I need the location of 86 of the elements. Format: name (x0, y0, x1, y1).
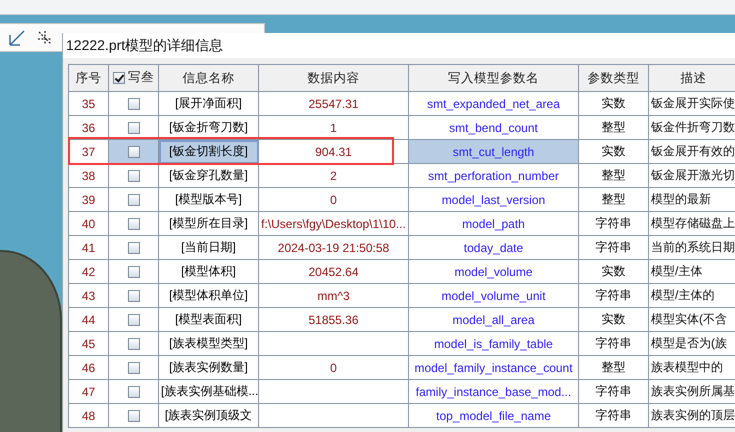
column-header: 写入模型参数名 (448, 70, 539, 84)
row-checkbox[interactable] (128, 122, 140, 134)
data-value-cell: 51855.36 (258, 308, 408, 332)
row-checkbox[interactable] (128, 410, 140, 422)
info-name-cell: [族表实例数量] (158, 356, 258, 380)
data-value-cell: f:\Users\fgy\Desktop\1\10... (258, 212, 408, 236)
row-number-cell: 42 (68, 260, 108, 284)
param-type-cell: 实数 (578, 140, 648, 164)
param-type-cell: 整型 (578, 116, 648, 140)
param-name-cell: smt_perforation_number (408, 164, 578, 188)
row-checkbox[interactable] (128, 98, 140, 110)
row-number-cell: 48 (68, 404, 108, 428)
data-value-cell: 20452.64 (258, 260, 408, 284)
row-checkbox[interactable] (128, 386, 140, 398)
select-all-checkbox[interactable] (113, 72, 125, 84)
data-value-cell: 2024-03-19 21:50:58 (258, 236, 408, 260)
info-name-cell: [当前日期] (158, 236, 258, 260)
row-checkbox[interactable] (128, 218, 140, 230)
data-value-cell: 1 (258, 116, 408, 140)
param-type-cell: 整型 (578, 188, 648, 212)
row-number-cell: 47 (68, 380, 108, 404)
param-name-cell: model_family_instance_count (408, 356, 578, 380)
param-type-cell: 字符串 (578, 404, 648, 428)
row-checkbox[interactable] (128, 170, 140, 182)
info-name-cell: [模型体积] (158, 260, 258, 284)
info-name-cell: [族表实例基础模... (158, 380, 258, 404)
param-type-cell: 字符串 (578, 284, 648, 308)
info-name-cell: [展开净面积] (158, 92, 258, 116)
column-header: 数据内容 (308, 70, 360, 84)
info-name-cell: [钣金切割长度] (158, 140, 258, 164)
info-name-cell: [模型所在目录] (158, 212, 258, 236)
data-value-cell: mm^3 (258, 284, 408, 308)
param-name-cell: model_last_version (408, 188, 578, 212)
param-type-cell: 字符串 (578, 380, 648, 404)
param-type-cell: 字符串 (578, 332, 648, 356)
param-type-cell: 整型 (578, 356, 648, 380)
column-header: 序号 (76, 70, 102, 84)
param-type-cell: 整型 (578, 164, 648, 188)
row-number-cell: 40 (68, 212, 108, 236)
info-name-cell: [族表模型类型] (158, 332, 258, 356)
param-type-cell: 实数 (578, 260, 648, 284)
row-number-cell: 44 (68, 308, 108, 332)
row-number-cell: 46 (68, 356, 108, 380)
info-name-cell: [模型表面积] (158, 308, 258, 332)
param-name-cell: smt_cut_length (408, 140, 578, 164)
row-checkbox[interactable] (128, 242, 140, 254)
param-type-cell: 字符串 (578, 236, 648, 260)
row-checkbox[interactable] (128, 362, 140, 374)
row-checkbox[interactable] (128, 290, 140, 302)
column-header: 写叁 (128, 69, 154, 86)
row-number-cell: 39 (68, 188, 108, 212)
column-header: 参数类型 (588, 70, 640, 84)
column-header: 信息名称 (182, 70, 234, 84)
row-number-cell: 43 (68, 284, 108, 308)
row-checkbox[interactable] (128, 266, 140, 278)
param-type-cell: 实数 (578, 92, 648, 116)
info-name-cell: [模型版本号] (158, 188, 258, 212)
row-checkbox[interactable] (128, 314, 140, 326)
param-name-cell: family_instance_base_mod... (408, 380, 578, 404)
info-name-cell: [模型体积单位] (158, 284, 258, 308)
row-number-cell: 41 (68, 236, 108, 260)
row-number-cell: 45 (68, 332, 108, 356)
param-name-cell: model_path (408, 212, 578, 236)
column-header: 描述 (680, 70, 706, 84)
row-number-cell: 35 (68, 92, 108, 116)
param-type-cell: 实数 (578, 308, 648, 332)
param-type-cell: 字符串 (578, 212, 648, 236)
info-name-cell: [族表实例顶级文 (158, 404, 258, 428)
row-checkbox[interactable] (128, 338, 140, 350)
param-name-cell: model_is_family_table (408, 332, 578, 356)
data-value-cell: 0 (258, 188, 408, 212)
dialog-title: 12222.prt模型的详细信息 (66, 36, 224, 54)
param-name-cell: model_volume_unit (408, 284, 578, 308)
data-value-cell: 2 (258, 164, 408, 188)
row-checkbox[interactable] (128, 146, 140, 158)
row-number-cell: 38 (68, 164, 108, 188)
row-checkbox[interactable] (128, 194, 140, 206)
data-value-cell: 25547.31 (258, 92, 408, 116)
param-name-cell: smt_expanded_net_area (408, 92, 578, 116)
param-name-cell: today_date (408, 236, 578, 260)
info-name-cell: [钣金穿孔数量] (158, 164, 258, 188)
param-name-cell: top_model_file_name (408, 404, 578, 428)
param-name-cell: model_volume (408, 260, 578, 284)
param-name-cell: model_all_area (408, 308, 578, 332)
data-value-cell: 0 (258, 356, 408, 380)
row-number-cell: 36 (68, 116, 108, 140)
